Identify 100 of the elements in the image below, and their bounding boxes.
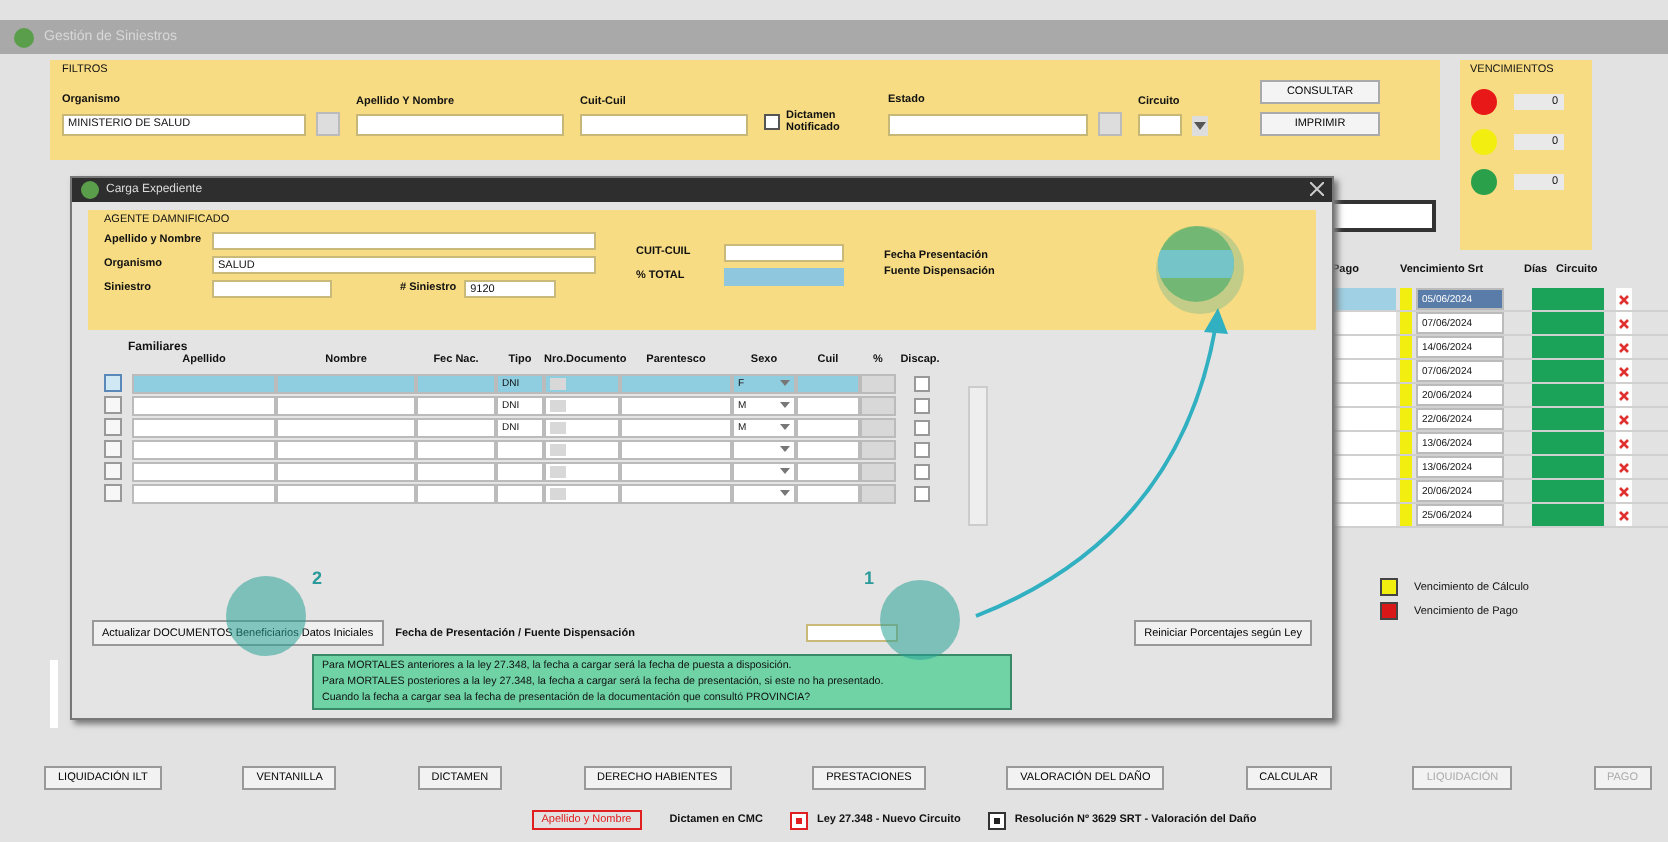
table-cell[interactable] bbox=[544, 417, 620, 437]
table-cell[interactable] bbox=[276, 373, 416, 393]
table-cell[interactable] bbox=[276, 439, 416, 459]
table-cell[interactable] bbox=[132, 373, 276, 393]
table-cell[interactable] bbox=[276, 461, 416, 481]
table-cell[interactable] bbox=[620, 439, 732, 459]
input-field[interactable] bbox=[1138, 114, 1182, 136]
table-cell[interactable] bbox=[276, 483, 416, 503]
table-cell[interactable] bbox=[132, 417, 276, 437]
app-icon bbox=[12, 25, 36, 49]
table-cell bbox=[860, 483, 896, 503]
app-icon bbox=[80, 180, 100, 200]
input-field[interactable] bbox=[888, 113, 1088, 135]
input-field[interactable] bbox=[212, 279, 332, 297]
table-cell bbox=[860, 417, 896, 437]
checkbox[interactable] bbox=[790, 811, 809, 829]
table-cell[interactable] bbox=[416, 395, 496, 415]
dropdown-caret-icon[interactable] bbox=[780, 468, 790, 474]
table-cell[interactable] bbox=[620, 417, 732, 437]
table-cell[interactable] bbox=[796, 439, 860, 459]
table-cell bbox=[860, 461, 896, 481]
table-cell[interactable] bbox=[416, 417, 496, 437]
days-cell bbox=[1532, 336, 1604, 358]
checkbox[interactable] bbox=[764, 114, 780, 130]
table-cell[interactable] bbox=[276, 417, 416, 437]
table-cell[interactable] bbox=[620, 461, 732, 481]
input-field[interactable] bbox=[724, 243, 844, 261]
days-cell bbox=[1532, 432, 1604, 454]
lookup-button[interactable] bbox=[1098, 112, 1122, 136]
input-field[interactable] bbox=[212, 231, 596, 249]
scrollbar[interactable] bbox=[968, 386, 988, 526]
days-cell bbox=[1532, 408, 1604, 430]
dropdown-caret-icon[interactable] bbox=[780, 424, 790, 430]
checkbox[interactable] bbox=[914, 441, 930, 457]
date-field[interactable] bbox=[806, 624, 899, 642]
lookup-button[interactable] bbox=[316, 112, 340, 136]
input-field[interactable] bbox=[580, 114, 748, 136]
dropdown-caret-icon[interactable] bbox=[780, 402, 790, 408]
table-cell[interactable] bbox=[796, 417, 860, 437]
status-light-icon bbox=[1470, 88, 1498, 116]
table-cell[interactable] bbox=[732, 439, 796, 459]
status-light-icon bbox=[1470, 168, 1498, 196]
checkbox[interactable] bbox=[914, 485, 930, 501]
table-cell[interactable] bbox=[496, 461, 544, 481]
table-cell[interactable] bbox=[416, 461, 496, 481]
row-selector[interactable] bbox=[104, 440, 122, 458]
table-cell[interactable] bbox=[544, 373, 620, 393]
table-cell[interactable] bbox=[132, 483, 276, 503]
row-selector[interactable] bbox=[104, 374, 122, 392]
table-cell[interactable] bbox=[276, 395, 416, 415]
highlight-circle bbox=[880, 580, 960, 660]
table-cell[interactable] bbox=[796, 461, 860, 481]
table-cell bbox=[860, 373, 896, 393]
input-field[interactable] bbox=[356, 114, 564, 136]
days-cell bbox=[1532, 360, 1604, 382]
dropdown-caret-icon[interactable] bbox=[780, 446, 790, 452]
table-cell[interactable] bbox=[132, 461, 276, 481]
callout-number: 1 bbox=[864, 568, 875, 588]
days-cell bbox=[1532, 288, 1604, 310]
highlight-circle bbox=[1156, 226, 1244, 314]
table-cell[interactable] bbox=[620, 395, 732, 415]
days-cell bbox=[1532, 480, 1604, 502]
dropdown-caret-icon[interactable] bbox=[780, 490, 790, 496]
dropdown-caret-icon[interactable] bbox=[1192, 115, 1208, 135]
table-cell[interactable] bbox=[620, 483, 732, 503]
table-cell[interactable] bbox=[416, 483, 496, 503]
table-cell[interactable] bbox=[796, 373, 860, 393]
input-field bbox=[724, 267, 844, 285]
table-cell[interactable] bbox=[416, 439, 496, 459]
table-cell[interactable] bbox=[544, 483, 620, 503]
table-cell[interactable] bbox=[796, 483, 860, 503]
close-button[interactable] bbox=[1310, 181, 1324, 199]
dropdown-caret-icon[interactable] bbox=[780, 380, 790, 386]
checkbox[interactable] bbox=[914, 397, 930, 413]
days-cell bbox=[1532, 504, 1604, 526]
table-cell[interactable] bbox=[732, 483, 796, 503]
table-cell[interactable] bbox=[796, 395, 860, 415]
table-cell[interactable] bbox=[496, 439, 544, 459]
table-cell bbox=[860, 439, 896, 459]
checkbox[interactable] bbox=[914, 375, 930, 391]
callout-number: 2 bbox=[312, 568, 323, 588]
table-cell[interactable] bbox=[544, 461, 620, 481]
table-cell[interactable] bbox=[544, 439, 620, 459]
row-selector[interactable] bbox=[104, 418, 122, 436]
table-cell[interactable] bbox=[132, 439, 276, 459]
checkbox[interactable] bbox=[914, 419, 930, 435]
row-selector[interactable] bbox=[104, 396, 122, 414]
table-cell[interactable] bbox=[620, 373, 732, 393]
checkbox[interactable] bbox=[988, 811, 1007, 829]
days-cell bbox=[1532, 312, 1604, 334]
table-cell bbox=[860, 395, 896, 415]
row-selector[interactable] bbox=[104, 484, 122, 502]
table-cell[interactable] bbox=[416, 373, 496, 393]
table-cell[interactable] bbox=[732, 461, 796, 481]
row-selector[interactable] bbox=[104, 462, 122, 480]
table-cell[interactable] bbox=[496, 483, 544, 503]
status-light-icon bbox=[1470, 128, 1498, 156]
table-cell[interactable] bbox=[132, 395, 276, 415]
checkbox[interactable] bbox=[914, 463, 930, 479]
table-cell[interactable] bbox=[544, 395, 620, 415]
